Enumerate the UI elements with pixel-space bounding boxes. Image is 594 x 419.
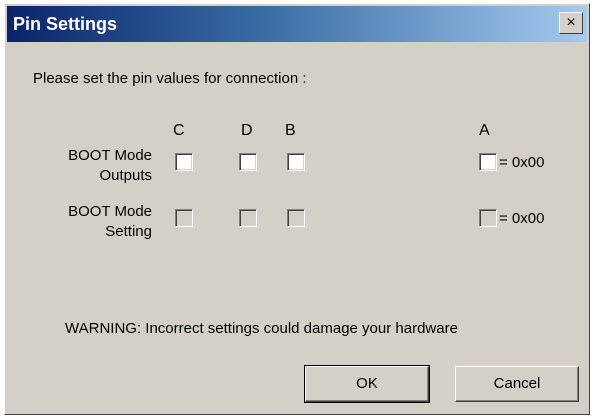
close-icon: × <box>566 14 576 31</box>
column-header-b: B <box>285 122 296 139</box>
setting-checkbox-c <box>175 209 193 227</box>
boot-mode-setting-label: BOOT Mode Setting <box>68 202 152 242</box>
setting-checkbox-d <box>239 209 257 227</box>
setting-checkbox-b <box>287 209 305 227</box>
boot-mode-outputs-label-line2: Outputs <box>99 167 152 184</box>
outputs-checkbox-a[interactable] <box>479 153 497 171</box>
boot-mode-outputs-label: BOOT Mode Outputs <box>68 146 152 186</box>
cancel-button[interactable]: Cancel <box>455 366 579 402</box>
setting-checkbox-a <box>479 209 497 227</box>
window-title: Pin Settings <box>13 14 118 34</box>
title-bar: Pin Settings × <box>7 6 587 42</box>
boot-mode-setting-label-line1: BOOT Mode <box>68 203 152 220</box>
outputs-checkbox-d[interactable] <box>239 153 257 171</box>
outputs-checkbox-c[interactable] <box>175 153 193 171</box>
outputs-hex-value: = 0x00 <box>499 154 545 171</box>
boot-mode-setting-label-line2: Setting <box>105 223 152 240</box>
column-header-d: D <box>241 122 253 139</box>
ok-button[interactable]: OK <box>304 365 430 403</box>
pin-settings-dialog: Pin Settings × Please set the pin values… <box>4 3 590 415</box>
warning-text: WARNING: Incorrect settings could damage… <box>65 320 458 337</box>
column-header-c: C <box>173 122 185 139</box>
close-button[interactable]: × <box>559 12 583 34</box>
outputs-checkbox-b[interactable] <box>287 153 305 171</box>
instruction-text: Please set the pin values for connection… <box>33 70 307 87</box>
column-header-a: A <box>479 122 490 139</box>
setting-hex-value: = 0x00 <box>499 210 545 227</box>
boot-mode-outputs-label-line1: BOOT Mode <box>68 147 152 164</box>
